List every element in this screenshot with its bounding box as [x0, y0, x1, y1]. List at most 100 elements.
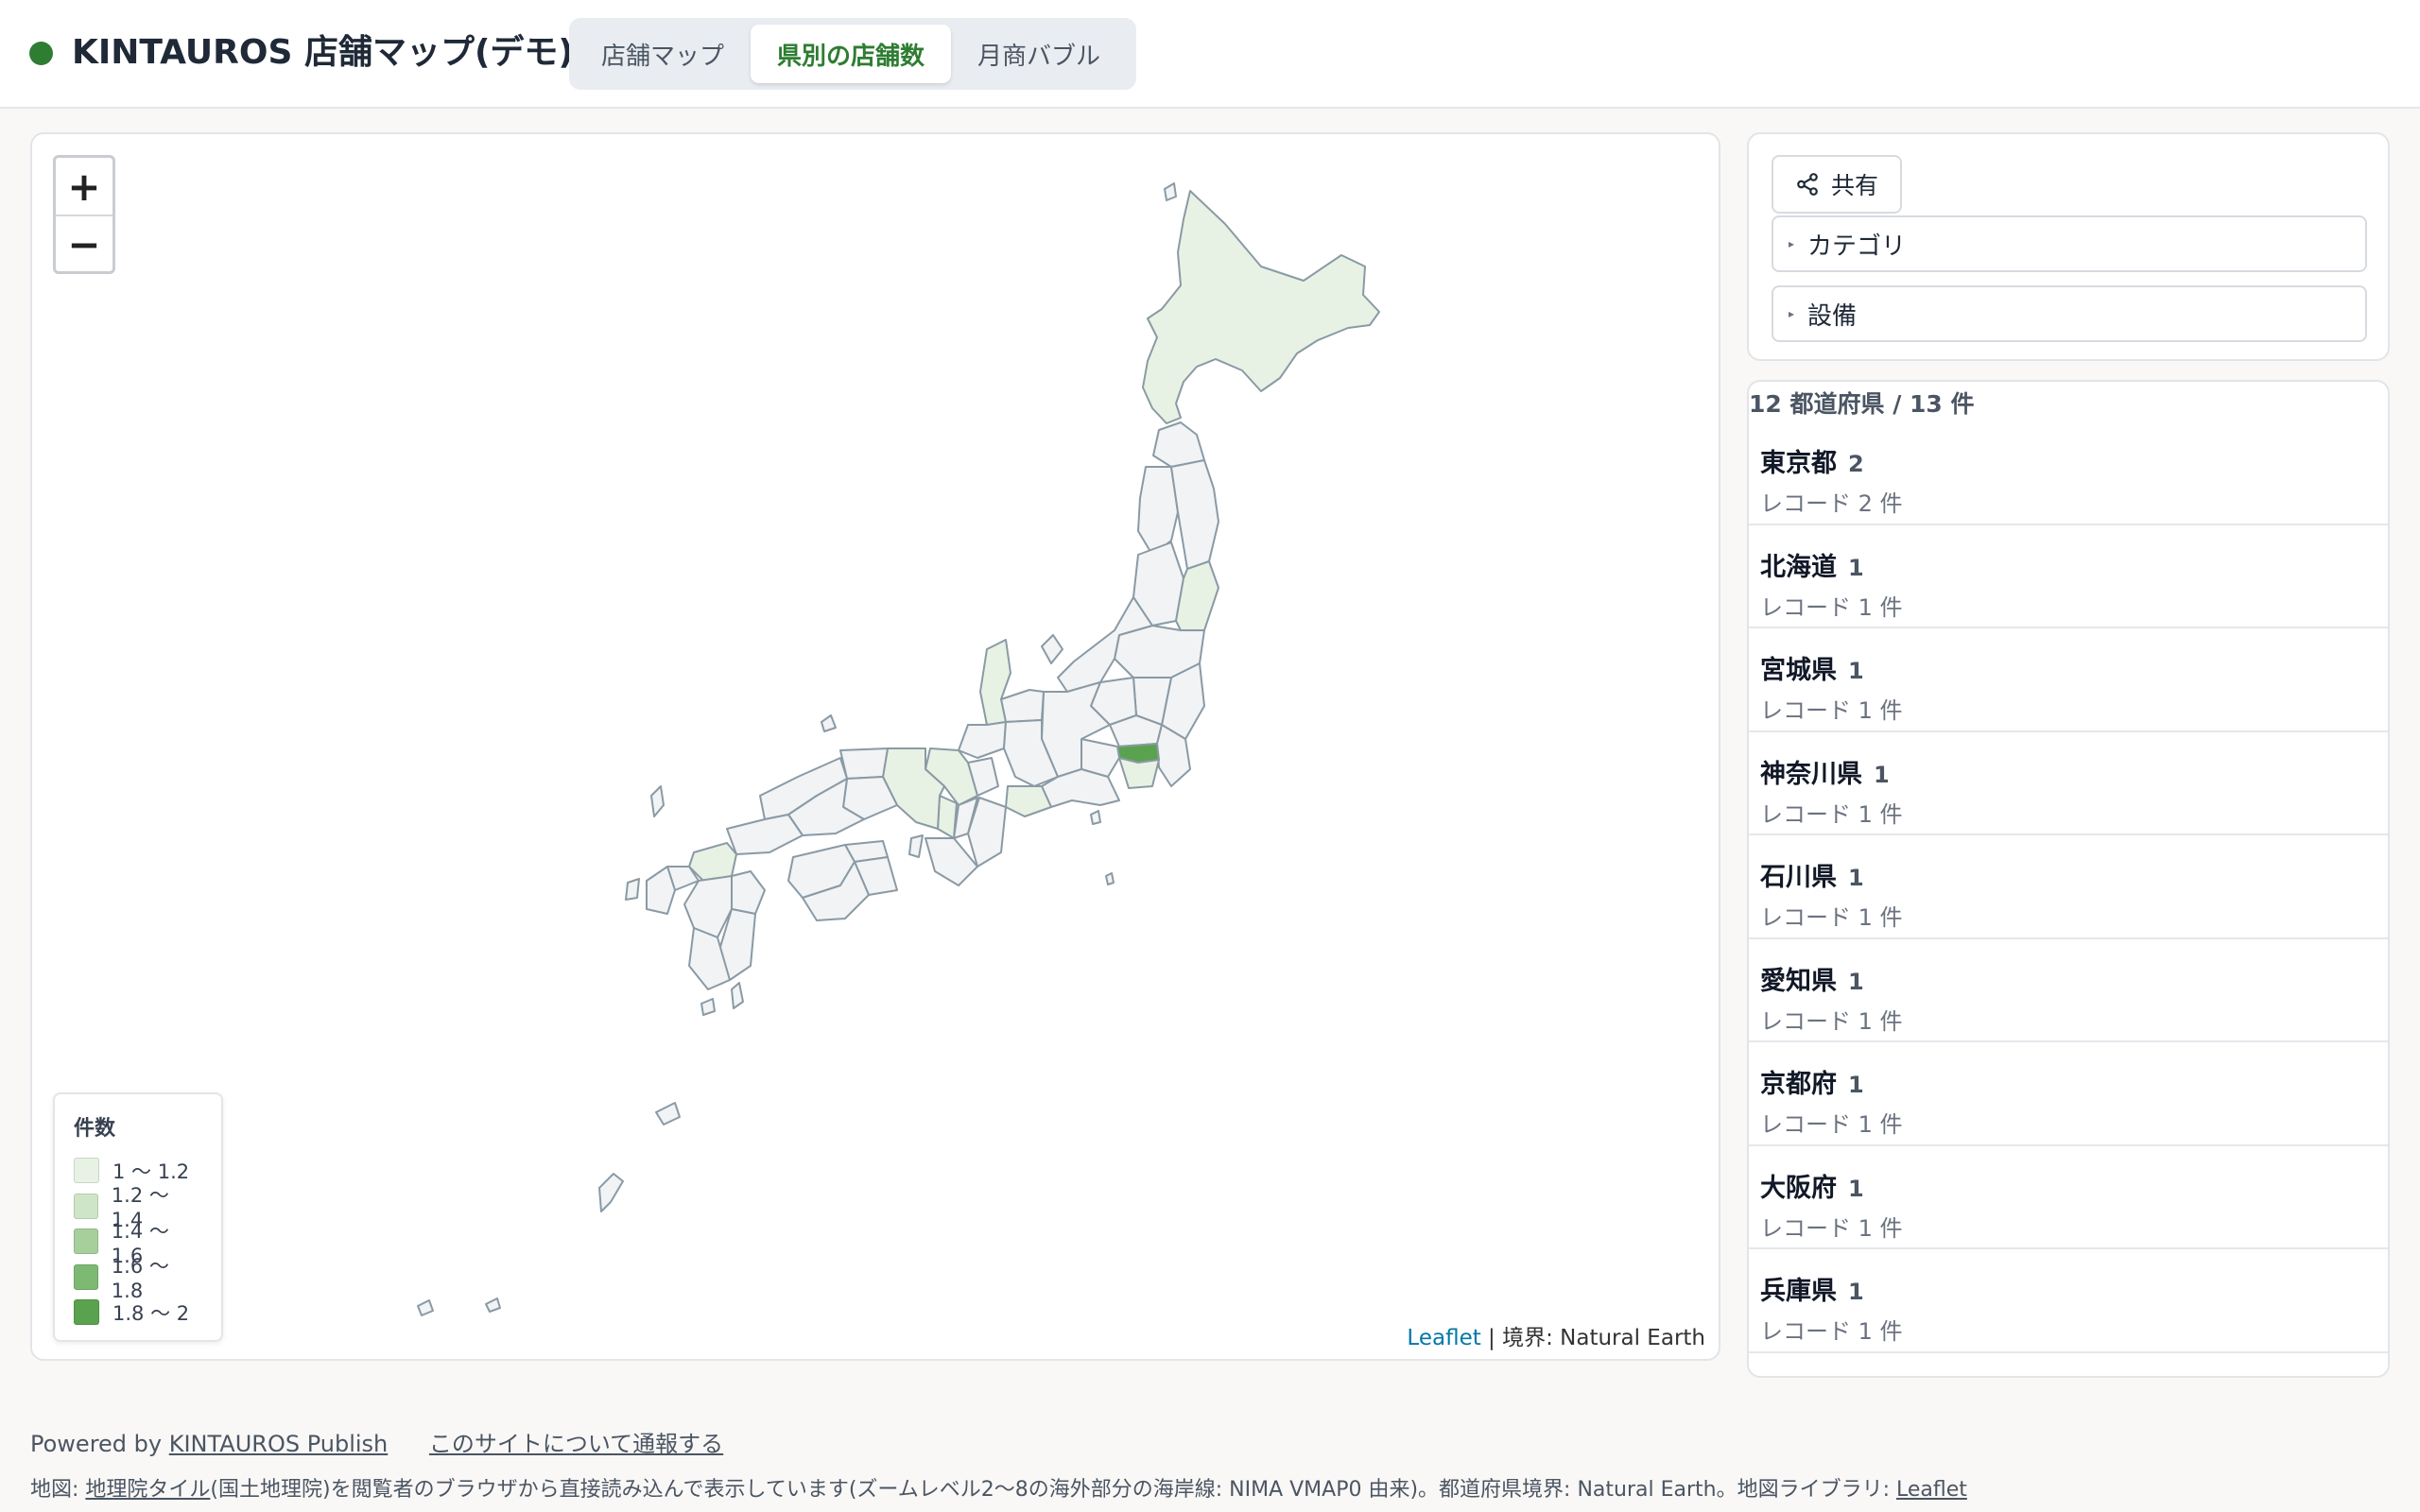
pref-count: 1	[1848, 1072, 1864, 1098]
japan-choropleth-map[interactable]	[32, 134, 1720, 1361]
pref-name: 兵庫県	[1760, 1277, 1837, 1306]
pref-name: 石川県	[1760, 863, 1837, 892]
legend-title: 件数	[74, 1117, 116, 1141]
island-goto	[625, 878, 640, 901]
app-header: KINTAUROS 店舗マップ(デモ) 店舗マップ 県別の店舗数 月商バブル	[0, 0, 2420, 109]
pref-wakayama	[925, 837, 978, 886]
pref-hokkaido	[1142, 190, 1380, 424]
pref-record-count: レコード 1 件	[1760, 904, 1903, 931]
list-item[interactable]: 石川県 1 レコード 1 件	[1749, 835, 2388, 939]
notice-prefix: 地図:	[30, 1478, 86, 1502]
legend-swatch	[74, 1193, 98, 1219]
brand-dot-icon	[29, 42, 53, 65]
island-okinawa	[598, 1173, 624, 1212]
pref-aichi	[1005, 785, 1052, 817]
island-amami	[655, 1102, 681, 1125]
legend-swatch	[74, 1299, 99, 1326]
accordion-label: 設備	[1807, 301, 1858, 331]
attribution-text: | 境界: Natural Earth	[1480, 1326, 1705, 1350]
gsi-tiles-link[interactable]: 地理院タイル	[85, 1478, 210, 1502]
pref-name: 愛知県	[1760, 966, 1837, 996]
accordion-facilities[interactable]: ▸ 設備	[1772, 285, 2367, 342]
pref-record-count: レコード 1 件	[1760, 593, 1903, 621]
pref-count: 1	[1848, 658, 1864, 684]
tab-store-map[interactable]: 店舗マップ	[575, 25, 751, 83]
pref-name: 宮城県	[1760, 656, 1837, 685]
pref-count: 1	[1848, 865, 1864, 891]
island-izu-oshima	[1090, 810, 1101, 825]
list-item[interactable]: 愛知県 1 レコード 1 件	[1749, 939, 2388, 1042]
list-item[interactable]: 北海道 1 レコード 1 件	[1749, 525, 2388, 628]
notice-text: (国土地理院)を閲覧者のブラウザから直接読み込んで表示しています(ズームレベル2…	[210, 1478, 1896, 1502]
legend-label: 1.6 〜 1.8	[111, 1255, 169, 1303]
pref-count: 1	[1874, 761, 1890, 788]
pref-name: 神奈川県	[1760, 759, 1862, 789]
share-label: 共有	[1830, 172, 1878, 199]
pref-osaka	[937, 795, 958, 839]
filter-panel: 共有 ▸ カテゴリ ▸ 設備	[1747, 132, 2390, 361]
pref-kumamoto	[683, 875, 733, 938]
footer-credits: Powered by KINTAUROS Publish このサイトについて通報…	[30, 1425, 723, 1458]
pref-fukuoka	[688, 842, 737, 882]
pref-record-count: レコード 1 件	[1760, 1111, 1903, 1138]
list-item[interactable]: 宮城県 1 レコード 1 件	[1749, 628, 2388, 732]
prefecture-list-panel: 12 都道府県 / 13 件 東京都 2 レコード 2 件 北海道 1 レコード 1…	[1747, 380, 2390, 1378]
island-awaji	[908, 834, 924, 858]
island-yakushima	[700, 998, 716, 1016]
legend-label: 1.8 〜 2	[112, 1301, 190, 1325]
tab-monthly-sales-bubble[interactable]: 月商バブル	[951, 25, 1127, 83]
pref-tottori	[839, 747, 889, 780]
pref-toyama	[1000, 689, 1045, 723]
zoom-out-button[interactable]: −	[56, 215, 112, 271]
legend-swatch	[74, 1158, 99, 1184]
pref-record-count: レコード 2 件	[1760, 490, 1903, 517]
map-legend: 件数 1 〜 1.2 1.2 〜 1.4 1.4 〜 1.6 1.6 〜 1.8…	[53, 1092, 223, 1342]
island-tanegashima	[731, 982, 744, 1009]
pref-fukui	[958, 721, 1007, 759]
share-icon	[1797, 173, 1818, 196]
pref-miyagi	[1175, 560, 1219, 631]
legend-row: 1.8 〜 2	[74, 1295, 202, 1331]
island-ishigaki	[417, 1299, 434, 1316]
list-item[interactable]: 東京都 2 レコード 2 件	[1749, 421, 2388, 525]
pref-count: 1	[1848, 1279, 1864, 1305]
report-site-link[interactable]: このサイトについて通報する	[429, 1431, 723, 1457]
leaflet-link[interactable]: Leaflet	[1407, 1326, 1480, 1350]
pref-name: 京都府	[1760, 1070, 1837, 1099]
pref-record-count: レコード 1 件	[1760, 800, 1903, 828]
list-summary: 12 都道府県 / 13 件	[1749, 390, 1975, 418]
caret-right-icon: ▸	[1789, 307, 1795, 320]
tab-store-count-by-prefecture[interactable]: 県別の店舗数	[751, 25, 952, 83]
leaflet-footer-link[interactable]: Leaflet	[1896, 1478, 1967, 1502]
island-miyako	[485, 1297, 501, 1313]
accordion-label: カテゴリ	[1807, 232, 1907, 261]
map-panel[interactable]: + − 件数 1 〜 1.2 1.2 〜 1.4 1.4 〜 1.6 1.6 〜…	[30, 132, 1720, 1361]
footer-map-notice: 地図: 地理院タイル(国土地理院)を閲覧者のブラウザから直接読み込んで表示してい…	[30, 1472, 1967, 1503]
view-tabs: 店舗マップ 県別の店舗数 月商バブル	[569, 18, 1136, 90]
pref-yamaguchi	[726, 814, 804, 855]
pref-record-count: レコード 1 件	[1760, 1214, 1903, 1242]
island-sado	[1041, 634, 1063, 664]
list-item[interactable]: 兵庫県 1 レコード 1 件	[1749, 1249, 2388, 1353]
list-item[interactable]: 神奈川県 1 レコード 1 件	[1749, 732, 2388, 835]
share-button[interactable]: 共有	[1772, 155, 1902, 214]
list-item[interactable]: 大阪府 1 レコード 1 件	[1749, 1146, 2388, 1249]
pref-record-count: レコード 1 件	[1760, 697, 1903, 724]
pref-akita	[1137, 466, 1179, 556]
zoom-in-button[interactable]: +	[56, 158, 112, 215]
island-hachijo	[1105, 872, 1115, 885]
island-rishiri	[1164, 182, 1177, 201]
pref-name: 大阪府	[1760, 1173, 1837, 1203]
list-item[interactable]: 京都府 1 レコード 1 件	[1749, 1042, 2388, 1146]
pref-kanagawa	[1118, 757, 1160, 789]
legend-row: 1.6 〜 1.8	[74, 1255, 202, 1302]
pref-iwate	[1170, 459, 1219, 570]
kintauros-publish-link[interactable]: KINTAUROS Publish	[169, 1431, 389, 1457]
pref-oita	[731, 870, 766, 915]
caret-right-icon: ▸	[1789, 237, 1795, 250]
pref-count: 1	[1848, 554, 1864, 581]
legend-swatch	[74, 1228, 98, 1255]
pref-name: 北海道	[1760, 552, 1837, 582]
accordion-category[interactable]: ▸ カテゴリ	[1772, 215, 2367, 272]
pref-count: 2	[1848, 451, 1864, 477]
